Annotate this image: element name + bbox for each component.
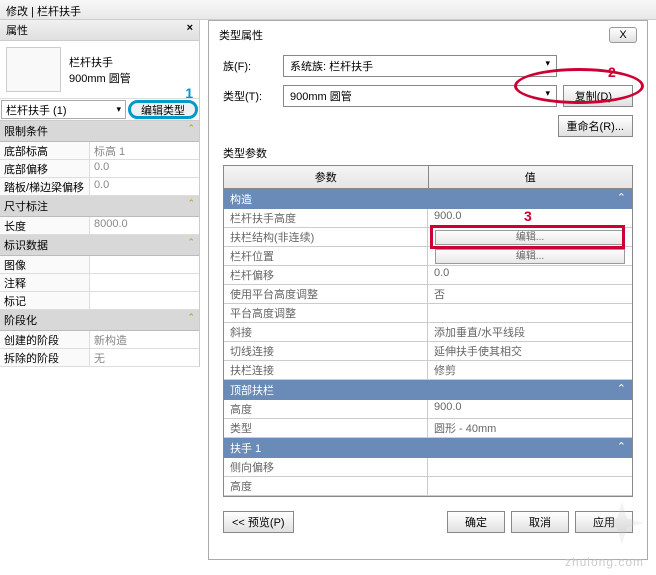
- dialog-close-button[interactable]: X: [609, 27, 637, 43]
- prop-row[interactable]: 创建的阶段新构造: [0, 331, 199, 349]
- table-row[interactable]: 使用平台高度调整否: [224, 285, 632, 304]
- prop-row[interactable]: 图像: [0, 256, 199, 274]
- table-row[interactable]: 斜接添加垂直/水平线段: [224, 323, 632, 342]
- annotation-1: 1: [185, 85, 193, 101]
- type-params-table: 参数 值 构造⌃ 3 栏杆扶手高度900.0扶栏结构(非连续)编辑...栏杆位置…: [223, 165, 633, 497]
- prop-row[interactable]: 踏板/梯边梁偏移0.0: [0, 178, 199, 196]
- table-row[interactable]: 平台高度调整: [224, 304, 632, 323]
- properties-panel: 属性 × 栏杆扶手 900mm 圆管 栏杆扶手 (1) ▾ 1 编辑类型 限制条…: [0, 20, 200, 367]
- instance-selector[interactable]: 栏杆扶手 (1) ▾: [1, 100, 126, 119]
- properties-header: 属性 ×: [0, 20, 199, 41]
- group-header[interactable]: 阶段化⌃: [0, 310, 199, 331]
- table-row[interactable]: 类型圆形 - 40mm: [224, 419, 632, 438]
- annotation-3: 3: [524, 208, 532, 224]
- prop-row[interactable]: 长度8000.0: [0, 217, 199, 235]
- close-icon[interactable]: ×: [187, 22, 193, 38]
- table-row[interactable]: 扶栏结构(非连续)编辑...: [224, 228, 632, 247]
- type-properties-dialog: 类型属性 X 族(F): 系统族: 栏杆扶手▾ 载入(L)... 类型(T): …: [208, 20, 648, 560]
- table-row[interactable]: 扶栏连接修剪: [224, 361, 632, 380]
- cancel-button[interactable]: 取消: [511, 511, 569, 533]
- prop-row[interactable]: 底部偏移0.0: [0, 160, 199, 178]
- table-row[interactable]: 栏杆位置编辑...: [224, 247, 632, 266]
- type-dropdown[interactable]: 900mm 圆管▾: [283, 85, 557, 107]
- table-row[interactable]: 侧向偏移: [224, 458, 632, 477]
- table-header: 参数 值: [224, 166, 632, 189]
- ok-button[interactable]: 确定: [447, 511, 505, 533]
- table-row[interactable]: 高度: [224, 477, 632, 496]
- group-handrail-1[interactable]: 扶手 1⌃: [224, 438, 632, 458]
- prop-row[interactable]: 拆除的阶段无: [0, 349, 199, 367]
- collapse-icon: ⌃: [617, 440, 626, 456]
- watermark-text: zhulong.com: [565, 555, 644, 569]
- prop-row[interactable]: 注释: [0, 274, 199, 292]
- table-row[interactable]: 栏杆扶手高度900.0: [224, 209, 632, 228]
- copy-button[interactable]: 2 复制(D)...: [563, 85, 633, 107]
- dialog-title: 类型属性: [219, 27, 263, 43]
- group-construction[interactable]: 构造⌃: [224, 189, 632, 209]
- properties-title: 属性: [6, 22, 28, 38]
- type-name: 900mm 圆管: [69, 70, 131, 86]
- edit-type-button[interactable]: 1 编辑类型: [128, 100, 198, 119]
- table-row[interactable]: 切线连接延伸扶手使其相交: [224, 342, 632, 361]
- type-label: 类型(T):: [223, 88, 283, 104]
- family-dropdown[interactable]: 系统族: 栏杆扶手▾: [283, 55, 557, 77]
- type-preview[interactable]: 栏杆扶手 900mm 圆管: [0, 41, 199, 99]
- type-family-name: 栏杆扶手: [69, 54, 131, 70]
- edit-cell-button[interactable]: 编辑...: [435, 230, 625, 245]
- col-value: 值: [429, 166, 633, 188]
- rename-button[interactable]: 重命名(R)...: [558, 115, 633, 137]
- prop-row[interactable]: 标记: [0, 292, 199, 310]
- watermark-icon: [598, 499, 646, 547]
- prop-row[interactable]: 底部标高标高 1: [0, 142, 199, 160]
- preview-button[interactable]: << 预览(P): [223, 511, 294, 533]
- window-titlebar: 修改 | 栏杆扶手: [0, 0, 656, 20]
- group-header[interactable]: 尺寸标注⌃: [0, 196, 199, 217]
- col-param: 参数: [224, 166, 429, 188]
- collapse-icon: ⌃: [617, 382, 626, 398]
- group-header[interactable]: 标识数据⌃: [0, 235, 199, 256]
- chevron-down-icon: ▾: [545, 58, 550, 74]
- group-header[interactable]: 限制条件⌃: [0, 121, 199, 142]
- group-top-rail[interactable]: 顶部扶栏⌃: [224, 380, 632, 400]
- edit-cell-button[interactable]: 编辑...: [435, 249, 625, 264]
- chevron-down-icon: ▾: [116, 104, 121, 115]
- chevron-down-icon: ▾: [545, 88, 550, 104]
- annotation-2: 2: [608, 64, 616, 80]
- type-params-label: 类型参数: [223, 145, 633, 161]
- preview-thumbnail: [6, 47, 61, 92]
- family-label: 族(F):: [223, 58, 283, 74]
- table-row[interactable]: 栏杆偏移0.0: [224, 266, 632, 285]
- collapse-icon: ⌃: [617, 191, 626, 207]
- table-row[interactable]: 高度900.0: [224, 400, 632, 419]
